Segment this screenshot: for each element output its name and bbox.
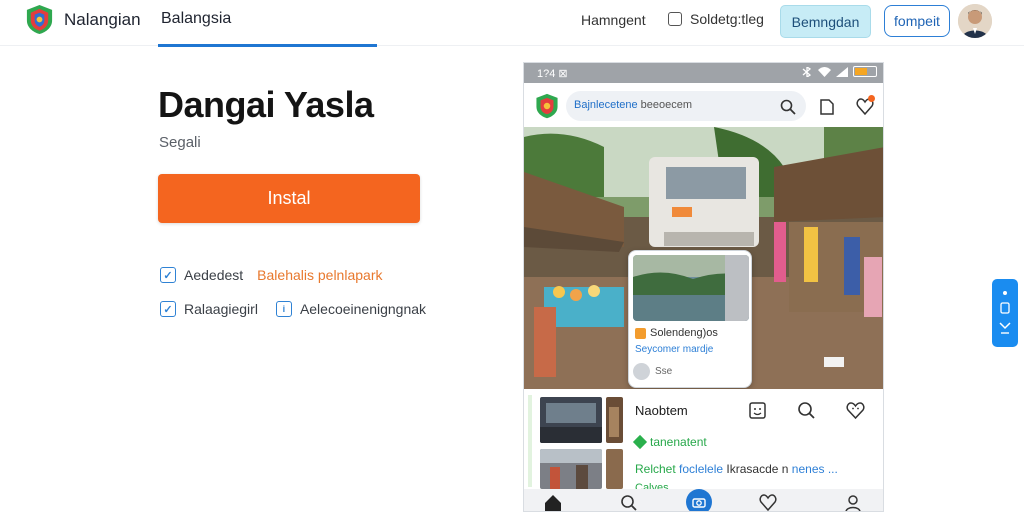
battery-icon — [853, 66, 877, 77]
user-avatar-small — [633, 363, 650, 380]
status-icons — [801, 66, 877, 77]
feed-section: Naobtem tanenatent Relchet foclelele Ikr… — [524, 389, 883, 494]
shield-logo-icon[interactable] — [24, 4, 55, 35]
side-floating-tab[interactable] — [992, 279, 1018, 347]
preview-card-footer-text: Sse — [655, 366, 673, 377]
heart-icon[interactable] — [759, 494, 777, 512]
feature-extra: Aelecoeinenigngnak — [299, 301, 427, 317]
feed-thumbnail[interactable] — [606, 397, 623, 443]
search-suffix: beeoecem — [640, 99, 693, 111]
nav-tab-underline — [158, 44, 377, 47]
feed-description: Relchet foclelele Ikrasacde n nenes ... — [635, 462, 838, 476]
feed-thumbnail[interactable] — [606, 449, 623, 489]
header-link[interactable]: Hamngent — [581, 12, 646, 28]
header-checkbox-label: Soldetg:tleg — [690, 11, 764, 27]
feed-thumbnail[interactable] — [540, 397, 602, 443]
avatar-person-icon — [958, 4, 992, 38]
feature-row-2: ✓ Ralaagiegirl i Aelecoeinenigngnak — [160, 301, 426, 317]
phone-mockup: 1?4 ⊠ Bajnlecetene beeoecem Solendeng)os… — [523, 62, 884, 512]
camera-button[interactable] — [686, 489, 712, 511]
home-icon[interactable] — [544, 494, 562, 512]
feed-green-label: tanenatent — [650, 435, 707, 449]
check-icon: ✓ — [160, 267, 176, 283]
feature-row-1: ✓ Aededest Balehalis pelnlapark — [160, 267, 382, 283]
info-square-icon: i — [275, 301, 292, 317]
signal-icon — [836, 66, 848, 77]
search-icon[interactable] — [620, 494, 638, 512]
search-text: Bajnlecetene — [574, 99, 638, 111]
app-logo-icon[interactable] — [534, 93, 560, 119]
header-checkbox[interactable]: Soldetg:tleg — [668, 11, 764, 27]
avatar[interactable] — [958, 4, 992, 38]
camera-icon — [692, 498, 706, 508]
document-icon[interactable] — [819, 99, 835, 115]
status-bar: 1?4 ⊠ — [524, 63, 883, 83]
wifi-icon — [818, 66, 831, 77]
preview-card-photo — [633, 255, 749, 321]
feed-desc-tail[interactable]: nenes ... — [792, 462, 838, 476]
brand-name[interactable]: Nalangian — [64, 10, 141, 30]
feed-title: Naobtem — [635, 403, 688, 418]
smile-heart-icon[interactable] — [846, 401, 865, 420]
feature-label: Ralaagiegirl — [184, 301, 258, 317]
outline-header-button[interactable]: fompeit — [884, 5, 950, 37]
page-title: Dangai Yasla — [158, 84, 374, 125]
profile-icon[interactable] — [844, 494, 862, 512]
feed-desc-green[interactable]: Relchet — [635, 462, 676, 476]
feed-desc-blue[interactable]: foclelele — [679, 462, 723, 476]
status-time: 1?4 ⊠ — [537, 68, 568, 80]
bluetooth-icon — [802, 66, 812, 77]
search-icon[interactable] — [780, 99, 796, 115]
preview-card-title: Solendeng)os — [650, 327, 718, 339]
search-icon[interactable] — [797, 401, 816, 420]
primary-header-button[interactable]: Bemngdan — [780, 5, 871, 38]
preview-card-title-row: Solendeng)os — [635, 327, 718, 339]
nav-tab-active[interactable]: Balangsia — [161, 10, 231, 28]
top-header: Nalangian Balangsia Hamngent Soldetg:tle… — [0, 0, 1024, 47]
preview-card-footer: Sse — [633, 363, 672, 380]
checkbox-square[interactable] — [668, 12, 682, 26]
notification-dot — [868, 95, 875, 102]
emoji-box-icon[interactable] — [748, 401, 767, 420]
app-search-input[interactable]: Bajnlecetene beeoecem — [566, 91, 806, 121]
side-tab-icons — [999, 291, 1011, 334]
bottom-nav — [524, 489, 883, 512]
check-icon: ✓ — [160, 301, 176, 317]
preview-card-subtitle[interactable]: Seycomer mardje — [635, 344, 713, 355]
page-subtitle: Segali — [159, 134, 201, 151]
green-tag-icon — [632, 434, 648, 450]
orange-tag-icon — [635, 327, 646, 339]
feed-desc-dark: Ikrasacde n — [726, 462, 789, 476]
feed-actions — [748, 401, 865, 420]
feature-highlight[interactable]: Balehalis pelnlapark — [257, 267, 382, 283]
preview-card[interactable]: Solendeng)os Seycomer mardje Sse — [628, 250, 752, 388]
app-bar: Bajnlecetene beeoecem — [524, 83, 883, 127]
feed-green-row[interactable]: tanenatent — [632, 434, 707, 450]
feed-accent-bar — [528, 395, 532, 487]
feed-thumbnail[interactable] — [540, 449, 602, 489]
install-button[interactable]: Instal — [158, 174, 420, 223]
feature-label: Aededest — [184, 267, 244, 283]
